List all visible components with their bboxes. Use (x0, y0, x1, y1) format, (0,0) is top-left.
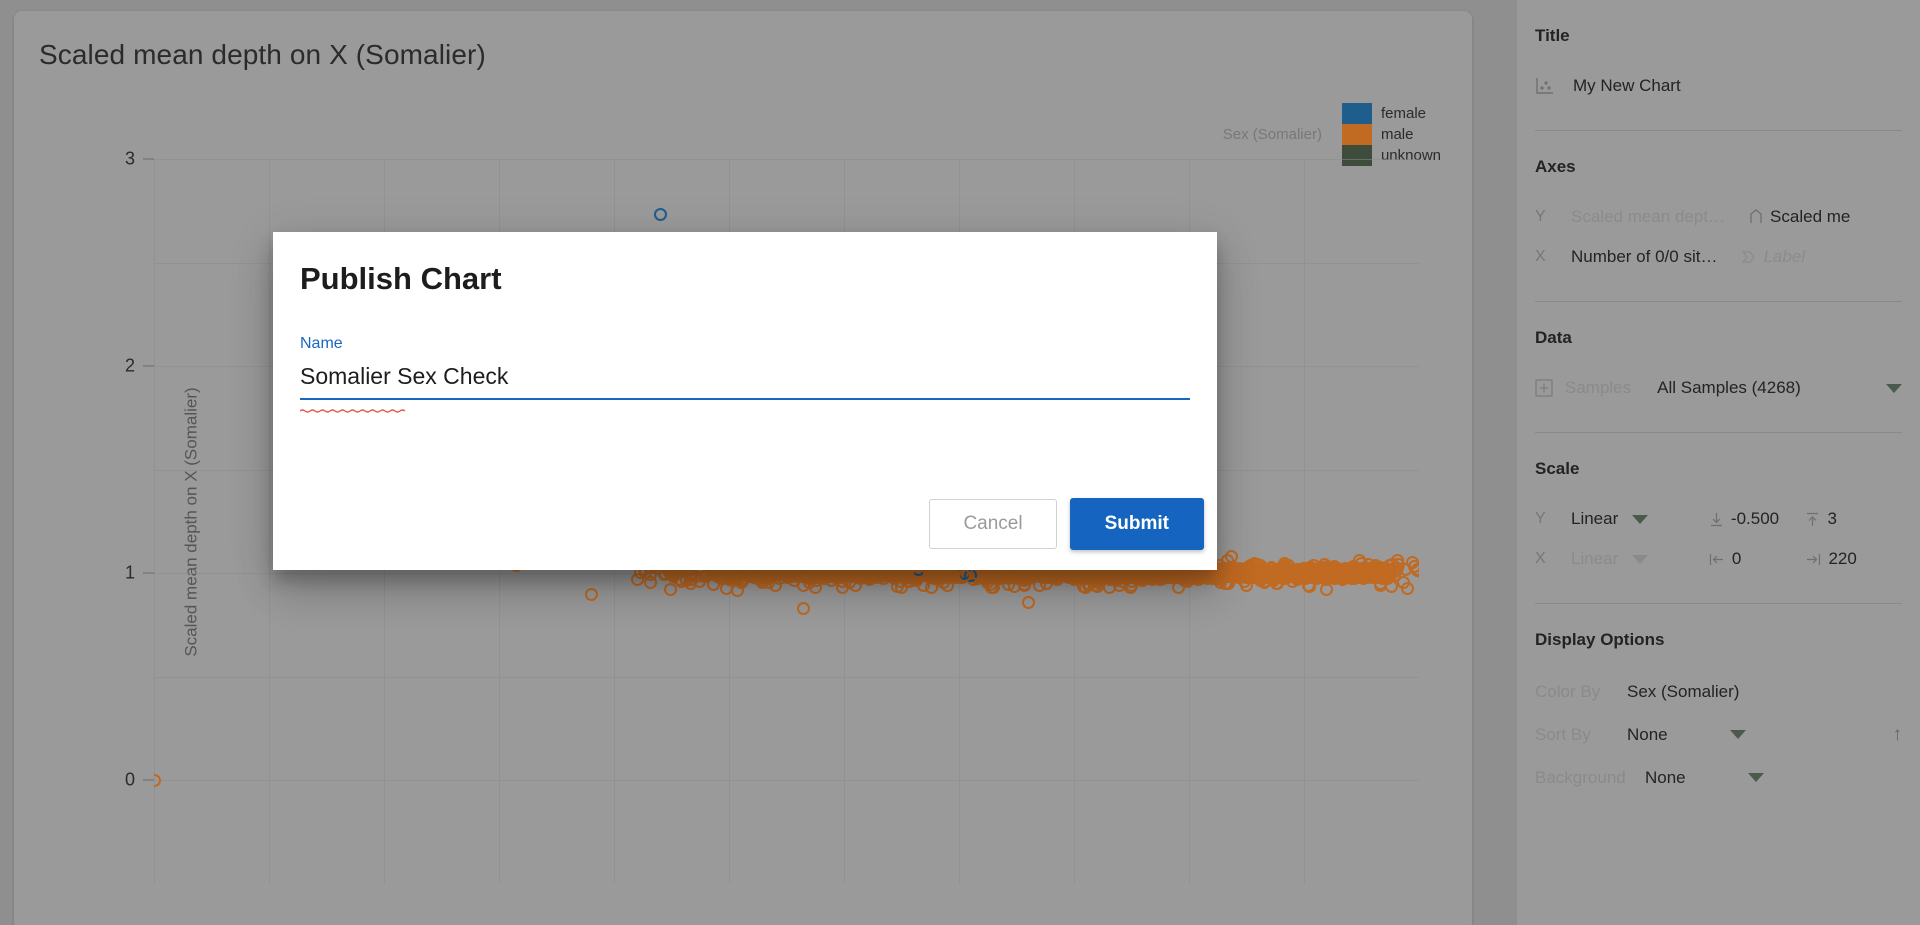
name-field-group: Name (300, 335, 1190, 413)
cancel-button[interactable]: Cancel (929, 499, 1057, 549)
app-root: Scaled mean depth on X (Somalier) Sex (S… (0, 0, 1920, 925)
publish-chart-dialog: Publish Chart Name Cancel Submit (273, 232, 1217, 570)
dialog-actions: Cancel Submit (929, 498, 1204, 550)
name-input[interactable] (300, 363, 1190, 400)
dialog-title: Publish Chart (300, 261, 502, 296)
name-field-label: Name (300, 335, 343, 352)
submit-button[interactable]: Submit (1069, 498, 1204, 550)
spellcheck-underline-icon (300, 409, 406, 413)
